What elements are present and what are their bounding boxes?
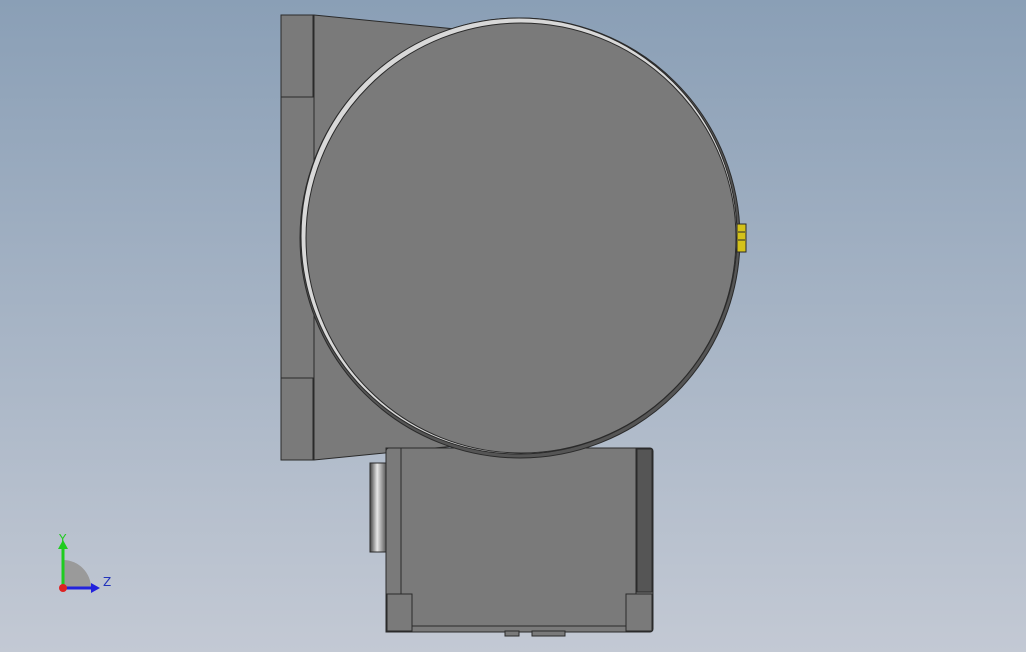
connector-plug[interactable] bbox=[736, 223, 747, 253]
x-axis-origin-dot bbox=[59, 584, 67, 592]
gearbox-foot-left bbox=[386, 593, 413, 632]
gearbox-right-face bbox=[636, 448, 653, 593]
z-axis-arrowhead bbox=[91, 583, 100, 593]
flange-pad-bottom bbox=[280, 377, 314, 461]
triad-quadrant bbox=[63, 560, 91, 588]
graphics-viewport[interactable]: Y Z bbox=[0, 0, 1026, 652]
motor-disc-face[interactable] bbox=[305, 22, 737, 454]
flange-pad-top bbox=[280, 14, 314, 98]
model-view[interactable] bbox=[0, 0, 1026, 652]
gearbox-foot-right bbox=[625, 593, 653, 632]
output-shaft-hub[interactable] bbox=[369, 462, 387, 553]
y-axis-label: Y bbox=[59, 532, 67, 546]
axis-triad: Y Z bbox=[50, 530, 120, 600]
gearbox-housing[interactable] bbox=[385, 447, 654, 633]
gearbox-tab-left bbox=[504, 630, 520, 637]
z-axis-label: Z bbox=[103, 575, 112, 589]
gearbox-tab-right bbox=[531, 630, 566, 637]
